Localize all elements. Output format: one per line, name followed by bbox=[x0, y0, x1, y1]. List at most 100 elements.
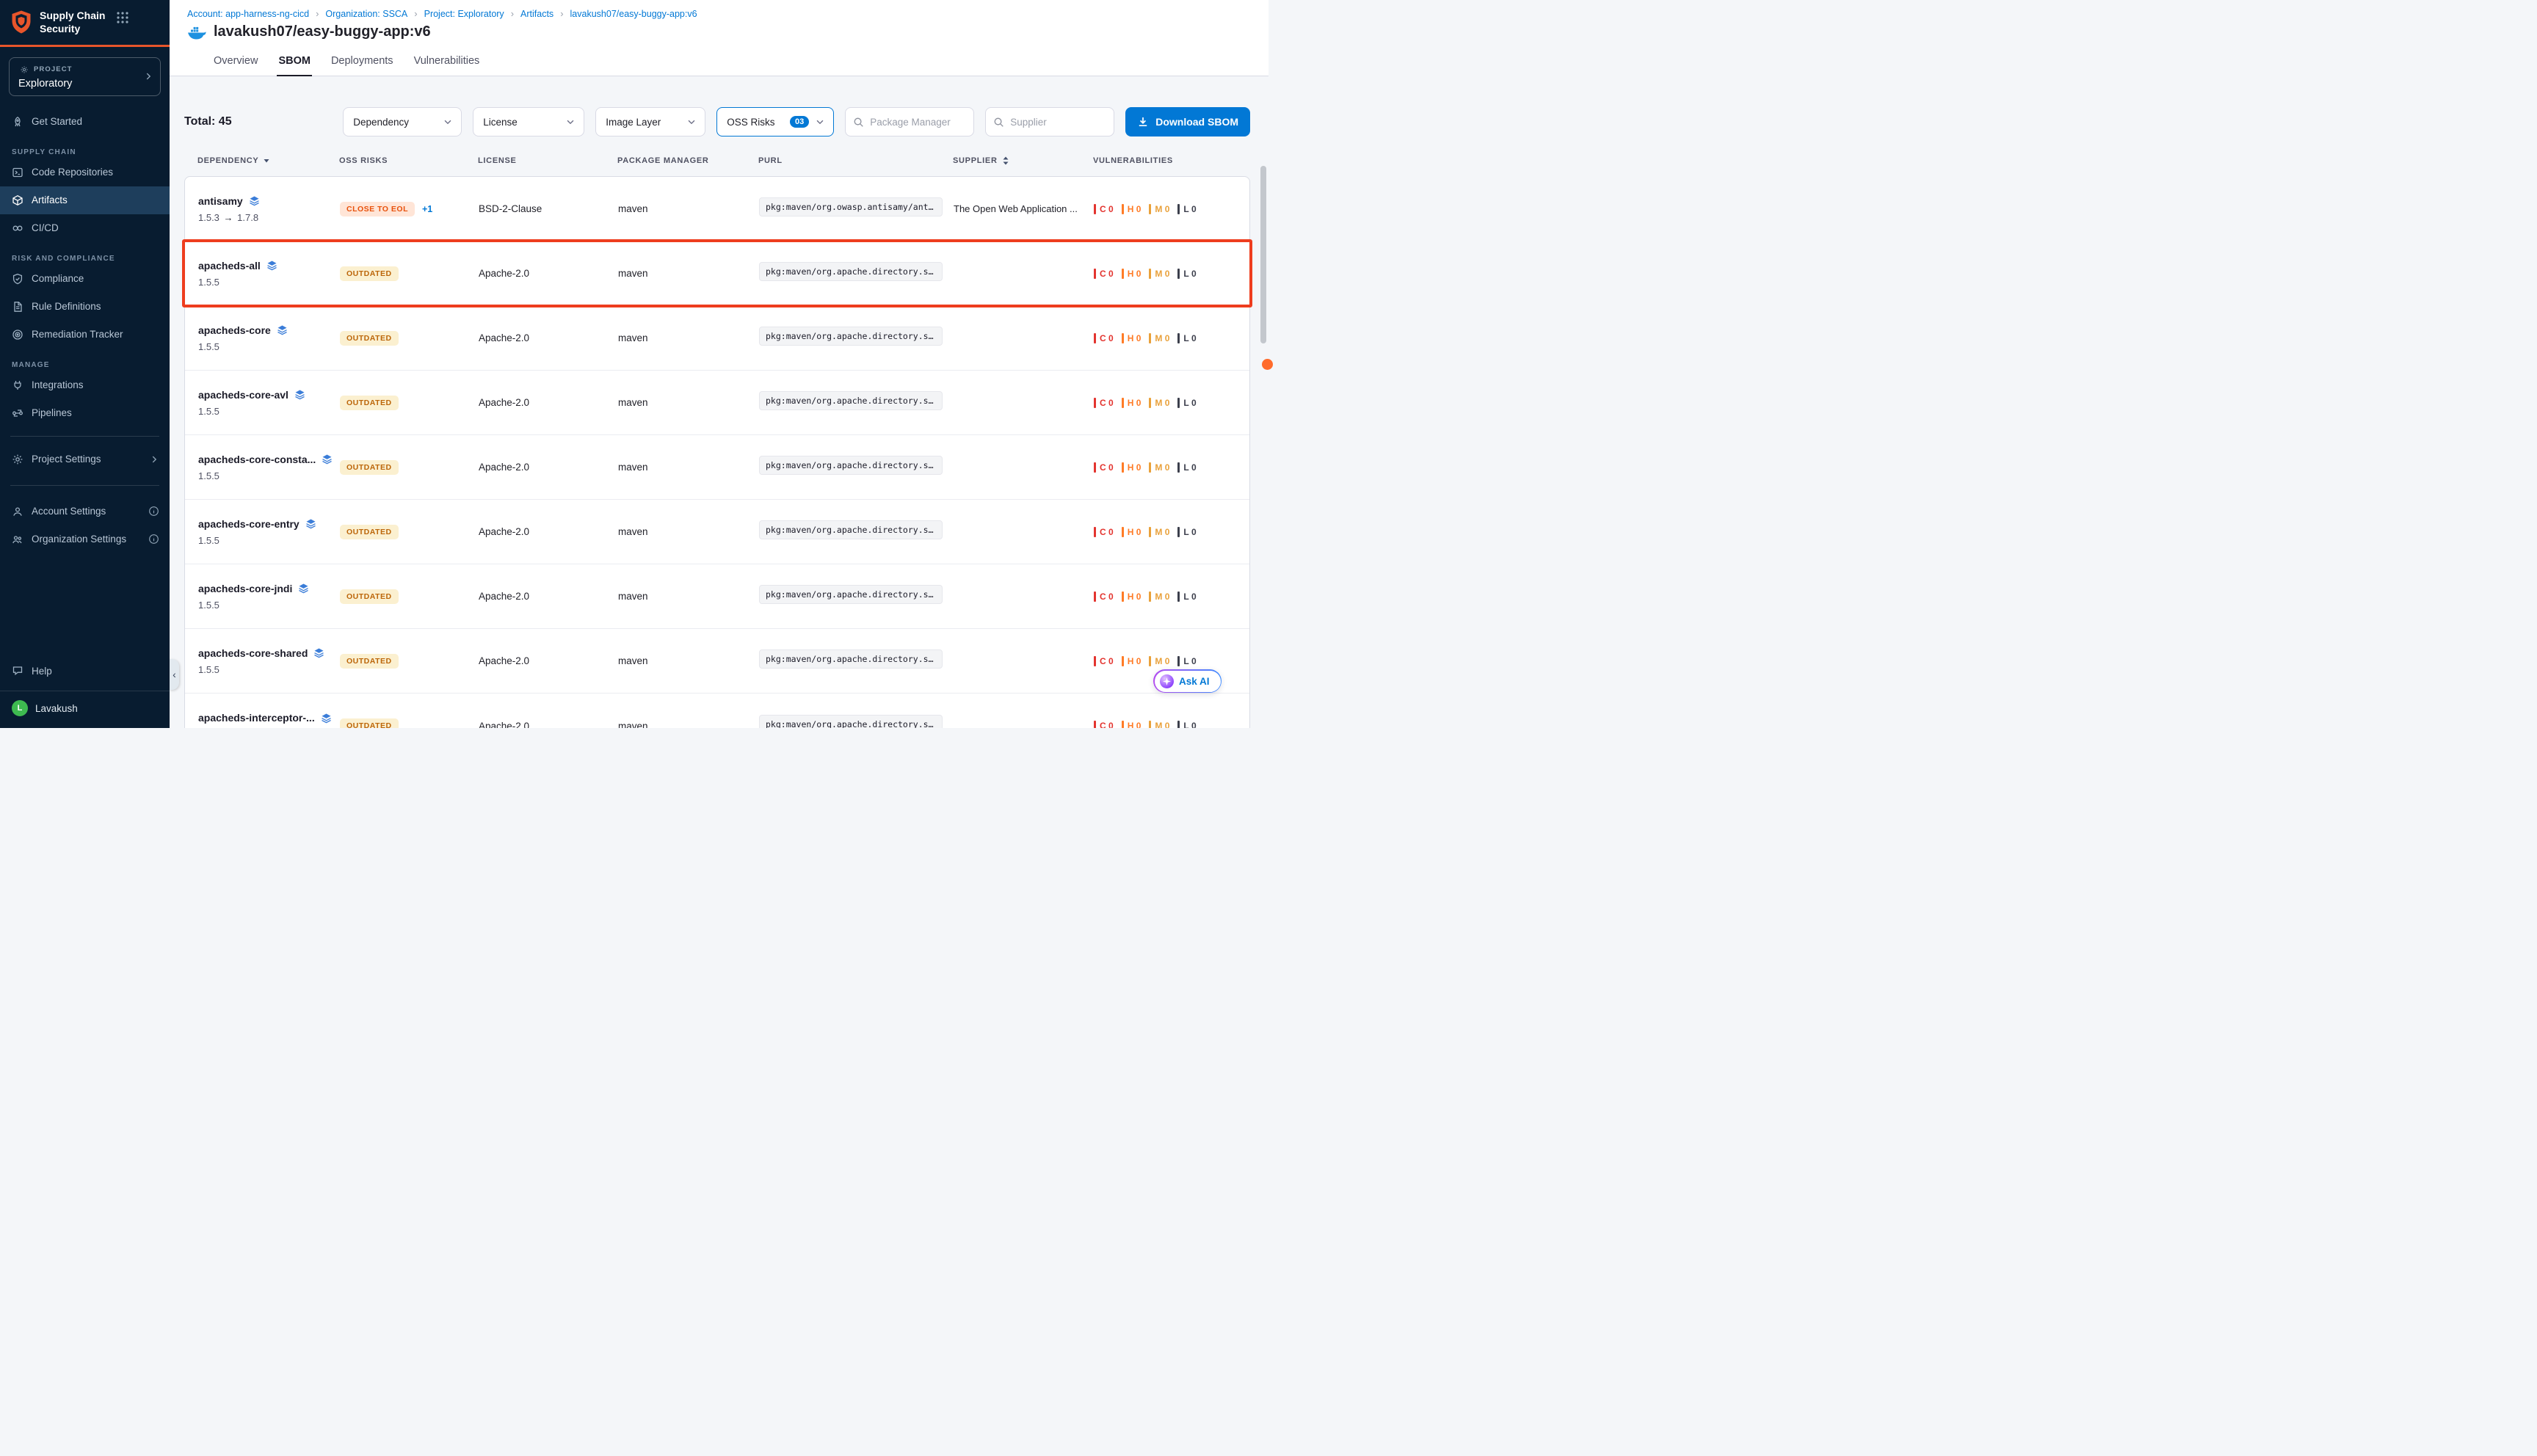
purl[interactable]: pkg:maven/org.apache.directory.s... bbox=[759, 649, 943, 669]
app-switcher-grid-icon[interactable] bbox=[116, 11, 129, 24]
sidebar-item-ci-cd[interactable]: CI/CD bbox=[0, 214, 170, 242]
project-selector[interactable]: PROJECT Exploratory bbox=[9, 57, 161, 96]
vulnerability-counts[interactable]: C 0H 0M 0L 0 bbox=[1094, 527, 1236, 537]
tab-overview[interactable]: Overview bbox=[212, 47, 259, 76]
sidebar-item-rule-definitions[interactable]: Rule Definitions bbox=[0, 293, 170, 321]
sidebar-item-pipelines[interactable]: Pipelines bbox=[0, 399, 170, 427]
purl[interactable]: pkg:maven/org.apache.directory.s... bbox=[759, 715, 943, 729]
tab-vulnerabilities[interactable]: Vulnerabilities bbox=[413, 47, 482, 76]
vulnerability-counts[interactable]: C 0H 0M 0L 0 bbox=[1094, 462, 1236, 473]
vuln-count-l: L 0 bbox=[1177, 269, 1196, 279]
vuln-count-h: H 0 bbox=[1122, 333, 1142, 343]
dependency-name[interactable]: apacheds-interceptor-... bbox=[198, 712, 315, 724]
sidebar-item-project-settings[interactable]: Project Settings bbox=[0, 445, 170, 473]
breadcrumb-item[interactable]: Account: app-harness-ng-cicd bbox=[187, 9, 309, 19]
column-supplier[interactable]: SUPPLIER bbox=[953, 156, 1093, 166]
sidebar-settings-group-b: Account Settings Organization Settings bbox=[0, 498, 170, 553]
purl[interactable]: pkg:maven/org.apache.directory.s... bbox=[759, 262, 943, 281]
chevron-right-icon bbox=[149, 454, 159, 465]
sidebar-collapse-handle[interactable]: ‹ bbox=[170, 659, 179, 690]
dependency-name[interactable]: antisamy bbox=[198, 195, 243, 207]
breadcrumb-item[interactable]: Artifacts bbox=[520, 9, 554, 19]
vulnerability-counts[interactable]: C 0H 0M 0L 0 bbox=[1094, 592, 1236, 602]
sidebar-item-compliance[interactable]: Compliance bbox=[0, 265, 170, 293]
package-manager-input[interactable] bbox=[870, 117, 966, 128]
package-manager: maven bbox=[618, 591, 759, 602]
sidebar-item-label: Organization Settings bbox=[32, 534, 126, 545]
dependency-name[interactable]: apacheds-all bbox=[198, 260, 261, 272]
breadcrumb-item[interactable]: lavakush07/easy-buggy-app:v6 bbox=[570, 9, 697, 19]
vulnerability-counts[interactable]: C 0H 0M 0L 0 bbox=[1094, 204, 1236, 214]
download-sbom-button[interactable]: Download SBOM bbox=[1125, 107, 1250, 136]
table-row-apacheds-core-jndi[interactable]: apacheds-core-jndi1.5.5OUTDATEDApache-2.… bbox=[185, 564, 1249, 629]
more-risks-link[interactable]: +1 bbox=[422, 204, 432, 214]
vulnerability-counts[interactable]: C 0H 0M 0L 0 bbox=[1094, 656, 1236, 666]
table-row-apacheds-core-avl[interactable]: apacheds-core-avl1.5.5OUTDATEDApache-2.0… bbox=[185, 371, 1249, 435]
vuln-count-m: M 0 bbox=[1149, 204, 1169, 214]
column-dependency[interactable]: DEPENDENCY bbox=[197, 156, 339, 166]
sidebar-item-code-repositories[interactable]: Code Repositories bbox=[0, 159, 170, 186]
sidebar-item-organization-settings[interactable]: Organization Settings bbox=[0, 525, 170, 553]
sidebar-item-account-settings[interactable]: Account Settings bbox=[0, 498, 170, 525]
filter-dependency[interactable]: Dependency bbox=[343, 107, 462, 136]
supplier-search[interactable] bbox=[985, 107, 1114, 136]
scrollbar-thumb[interactable] bbox=[1260, 166, 1266, 343]
vulnerability-counts[interactable]: C 0H 0M 0L 0 bbox=[1094, 721, 1236, 728]
docker-icon bbox=[187, 25, 206, 40]
table-row-apacheds-core[interactable]: apacheds-core1.5.5OUTDATEDApache-2.0mave… bbox=[185, 306, 1249, 371]
supplier-input[interactable] bbox=[1010, 117, 1106, 128]
filter-license[interactable]: License bbox=[473, 107, 584, 136]
total-count: Total: 45 bbox=[184, 115, 232, 128]
dependency-name[interactable]: apacheds-core-consta... bbox=[198, 454, 316, 465]
sidebar-item-integrations[interactable]: Integrations bbox=[0, 371, 170, 399]
column-license: LICENSE bbox=[478, 156, 617, 166]
sidebar-item-help[interactable]: Help bbox=[0, 657, 170, 685]
table-row-antisamy[interactable]: antisamy1.5.3 → 1.7.8CLOSE TO EOL+1BSD-2… bbox=[185, 177, 1249, 241]
table-header: DEPENDENCY OSS RISKS LICENSE PACKAGE MAN… bbox=[184, 156, 1250, 166]
package-manager-search[interactable] bbox=[845, 107, 974, 136]
vuln-count-h: H 0 bbox=[1122, 204, 1142, 214]
filter-oss-risks[interactable]: OSS Risks03 bbox=[716, 107, 834, 136]
dependency-name[interactable]: apacheds-core-shared bbox=[198, 647, 308, 659]
ask-ai-button[interactable]: Ask AI bbox=[1153, 669, 1222, 693]
breadcrumb-item[interactable]: Project: Exploratory bbox=[424, 9, 504, 19]
purl[interactable]: pkg:maven/org.apache.directory.s... bbox=[759, 456, 943, 475]
oss-risk-pill: OUTDATED bbox=[340, 266, 399, 281]
vulnerability-counts[interactable]: C 0H 0M 0L 0 bbox=[1094, 398, 1236, 408]
vulnerability-counts[interactable]: C 0H 0M 0L 0 bbox=[1094, 269, 1236, 279]
sidebar-item-remediation-tracker[interactable]: Remediation Tracker bbox=[0, 321, 170, 349]
vulnerability-counts[interactable]: C 0H 0M 0L 0 bbox=[1094, 333, 1236, 343]
purl[interactable]: pkg:maven/org.apache.directory.s... bbox=[759, 585, 943, 604]
dependency-name[interactable]: apacheds-core-avl bbox=[198, 389, 288, 401]
table-row-apacheds-interceptor[interactable]: apacheds-interceptor-...1.5.5OUTDATEDApa… bbox=[185, 694, 1249, 728]
sidebar: Supply Chain Security PROJECT Explorator… bbox=[0, 0, 170, 728]
sidebar-item-artifacts[interactable]: Artifacts bbox=[0, 186, 170, 214]
purl[interactable]: pkg:maven/org.apache.directory.s... bbox=[759, 391, 943, 410]
user-menu[interactable]: L Lavakush bbox=[0, 691, 170, 728]
sidebar-item-get-started[interactable]: Get Started bbox=[0, 108, 170, 136]
purl[interactable]: pkg:maven/org.apache.directory.s... bbox=[759, 520, 943, 539]
purl[interactable]: pkg:maven/org.apache.directory.s... bbox=[759, 327, 943, 346]
dependency-name[interactable]: apacheds-core-entry bbox=[198, 518, 300, 530]
dependency-name[interactable]: apacheds-core-jndi bbox=[198, 583, 292, 594]
dependency-version: 1.5.3 → 1.7.8 bbox=[198, 212, 340, 223]
filter-label: Image Layer bbox=[606, 117, 661, 128]
table-row-apacheds-core-shared[interactable]: apacheds-core-shared1.5.5OUTDATEDApache-… bbox=[185, 629, 1249, 694]
breadcrumb-separator: › bbox=[560, 8, 563, 19]
shield-logo-icon bbox=[10, 10, 32, 34]
app-root: Supply Chain Security PROJECT Explorator… bbox=[0, 0, 1268, 728]
sidebar-settings-group-a: Project Settings bbox=[0, 445, 170, 473]
tab-sbom[interactable]: SBOM bbox=[277, 47, 312, 76]
table-row-apacheds-all[interactable]: apacheds-all1.5.5OUTDATEDApache-2.0maven… bbox=[185, 241, 1249, 306]
breadcrumb-item[interactable]: Organization: SSCA bbox=[325, 9, 407, 19]
divider bbox=[10, 485, 159, 486]
dependency-name[interactable]: apacheds-core bbox=[198, 324, 271, 336]
filter-image-layer[interactable]: Image Layer bbox=[595, 107, 705, 136]
tab-deployments[interactable]: Deployments bbox=[330, 47, 395, 76]
purl[interactable]: pkg:maven/org.owasp.antisamy/ant... bbox=[759, 197, 943, 216]
table-row-apacheds-core-entry[interactable]: apacheds-core-entry1.5.5OUTDATEDApache-2… bbox=[185, 500, 1249, 564]
oss-risk-pill: CLOSE TO EOL bbox=[340, 202, 415, 216]
supplier: The Open Web Application ... bbox=[954, 203, 1094, 214]
vuln-count-h: H 0 bbox=[1122, 527, 1142, 537]
table-row-apacheds-core-consta[interactable]: apacheds-core-consta...1.5.5OUTDATEDApac… bbox=[185, 435, 1249, 500]
